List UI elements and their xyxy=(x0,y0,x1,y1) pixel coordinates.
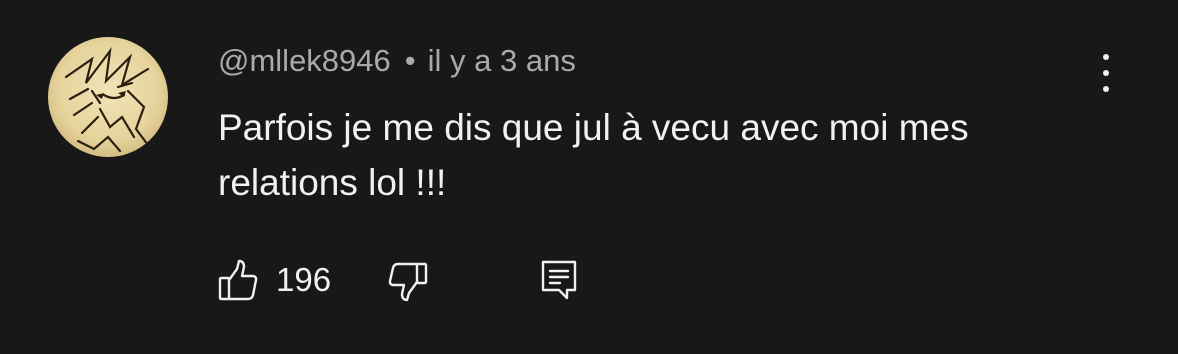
more-options-button[interactable] xyxy=(1090,52,1122,94)
thumbs-down-icon xyxy=(388,262,428,302)
like-button[interactable] xyxy=(218,258,258,302)
comment-timestamp: il y a 3 ans xyxy=(427,43,576,78)
comment-text: Parfois je me dis que jul à vecu avec mo… xyxy=(218,107,969,203)
avatar[interactable] xyxy=(48,37,168,157)
author-handle[interactable]: @mllek8946 xyxy=(218,43,391,78)
more-vertical-icon xyxy=(1103,54,1109,60)
comment-meta: @mllek8946 • il y a 3 ans xyxy=(218,40,576,82)
comment-reply-icon xyxy=(541,260,577,300)
more-vertical-icon-dot xyxy=(1103,86,1109,92)
more-vertical-icon-dot xyxy=(1103,70,1109,76)
avatar-image xyxy=(48,37,168,157)
comment-card: @mllek8946 • il y a 3 ans Parfois je me di… xyxy=(0,0,1178,354)
reply-button[interactable] xyxy=(540,258,578,302)
meta-separator: • xyxy=(404,43,416,78)
thumbs-up-icon xyxy=(218,259,258,301)
dislike-button[interactable] xyxy=(386,258,430,302)
like-count: 196 xyxy=(276,261,332,298)
